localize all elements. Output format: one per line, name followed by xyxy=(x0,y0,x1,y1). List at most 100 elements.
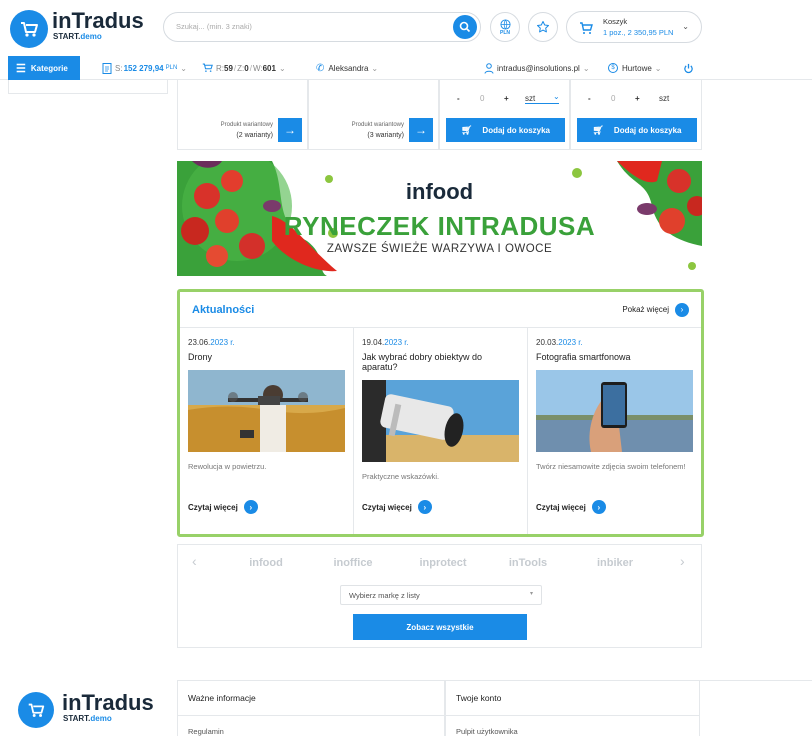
read-more-link[interactable]: Czytaj więcej › xyxy=(536,500,606,514)
logo-title: inTradus xyxy=(52,8,144,33)
variant-arrow-button[interactable]: → xyxy=(409,118,433,142)
news-title: Aktualności xyxy=(192,303,255,316)
variant-label: Produkt wariantowy xyxy=(220,122,273,128)
cart-button[interactable]: Koszyk 1 poz., 2 350,95 PLN ⌄ xyxy=(566,11,702,43)
show-more-label: Pokaż więcej xyxy=(622,305,669,314)
banner-headline: RYNECZEK INTRADUSA xyxy=(283,211,596,241)
balance-unit: PLN xyxy=(165,65,178,71)
chevron-down-icon: ⌄ xyxy=(654,63,662,73)
footer-logo-subtitle: START.demo xyxy=(63,714,112,723)
read-more-link[interactable]: Czytaj więcej › xyxy=(362,500,432,514)
phone-icon: ✆ xyxy=(316,62,325,74)
brand-logo[interactable]: inbiker xyxy=(584,557,646,569)
footer-col-title: Twoje konto xyxy=(456,693,502,703)
news-date: 20.03.2023 r. xyxy=(536,338,583,347)
variant-arrow-button[interactable]: → xyxy=(278,118,302,142)
brand-logo[interactable]: inoffice xyxy=(320,557,386,569)
news-date: 23.06.2023 r. xyxy=(188,338,235,347)
separator: / xyxy=(233,63,237,73)
contact-dropdown[interactable]: ✆ Aleksandra ⌄ xyxy=(316,56,378,80)
categories-label: Kategorie xyxy=(30,63,68,73)
banner-subline: ZAWSZE ŚWIEŻE WARZYWA I OWOCE xyxy=(326,243,553,255)
news-item[interactable]: 19.04.2023 r. Jak wybrać dobry obiektyw … xyxy=(354,328,528,534)
chevron-down-icon: ⌄ xyxy=(682,22,689,31)
price-mode-dropdown[interactable]: $ Hurtowe ⌄ xyxy=(608,56,662,80)
orders-z-value: 0 xyxy=(244,63,249,73)
menu-icon: ☰ xyxy=(16,62,26,75)
brand-select-placeholder: Wybierz markę z listy xyxy=(349,591,420,600)
unit-label: szt xyxy=(659,94,670,103)
see-all-brands-button[interactable]: Zobacz wszystkie xyxy=(353,614,527,640)
news-item-desc: Praktyczne wskazówki. xyxy=(362,472,440,481)
footer-divider xyxy=(178,715,444,716)
qty-minus-button[interactable]: - xyxy=(588,94,591,103)
news-item[interactable]: 23.06.2023 r. Drony Rewolucja w powietrz… xyxy=(180,328,354,534)
drone-image xyxy=(188,370,345,452)
categories-button[interactable]: ☰ Kategorie xyxy=(8,56,80,80)
qty-plus-button[interactable]: + xyxy=(635,94,640,103)
balance-prefix: S: xyxy=(115,63,123,73)
footer-logo[interactable]: inTradus START.demo xyxy=(18,690,168,730)
star-icon xyxy=(537,21,549,33)
qty-minus-button[interactable]: - xyxy=(457,94,460,103)
navbar: ☰ Kategorie S: 152 279,94 PLN ⌄ R: 59 / … xyxy=(0,56,812,80)
footer-column-account: Twoje konto Pulpit użytkownika xyxy=(445,680,700,736)
footer-link[interactable]: Regulamin xyxy=(188,727,224,736)
account-email: intradus@insolutions.pl xyxy=(497,63,580,73)
product-card: Produkt wariantowy (2 warianty) → xyxy=(177,80,308,150)
balance-dropdown[interactable]: S: 152 279,94 PLN ⌄ xyxy=(102,56,187,80)
smartphone-image xyxy=(536,370,693,452)
cart-logo-icon xyxy=(10,10,48,48)
brand-logo[interactable]: inprotect xyxy=(408,557,478,569)
favorites-button[interactable] xyxy=(528,12,558,42)
qty-plus-button[interactable]: + xyxy=(504,94,509,103)
add-to-cart-button[interactable]: 🛒︎ Dodaj do koszyka xyxy=(577,118,697,142)
cart-icon xyxy=(202,63,213,72)
add-to-cart-button[interactable]: 🛒︎ Dodaj do koszyka xyxy=(446,118,565,142)
footer-link[interactable]: Pulpit użytkownika xyxy=(456,727,518,736)
variant-count: (2 warianty) xyxy=(236,132,273,139)
search-input[interactable]: Szukaj... (min. 3 znaki) xyxy=(163,12,481,42)
orders-dropdown[interactable]: R: 59 / Z: 0 / W: 601 ⌄ xyxy=(202,56,286,80)
add-to-cart-label: Dodaj do koszyka xyxy=(482,125,550,135)
brand-select[interactable]: Wybierz markę z listy ▾ xyxy=(340,585,542,605)
chevron-down-icon: ⌄ xyxy=(278,63,286,73)
footer-divider xyxy=(446,715,699,716)
logo[interactable]: inTradus START.demo xyxy=(10,8,144,48)
user-icon xyxy=(484,62,494,74)
read-more-link[interactable]: Czytaj więcej › xyxy=(188,500,258,514)
show-more-link[interactable]: Pokaż więcej › xyxy=(622,302,689,317)
logout-button[interactable] xyxy=(683,56,697,80)
chevron-down-icon: ⌄ xyxy=(180,63,187,73)
promo-banner[interactable]: infood RYNECZEK INTRADUSA ZAWSZE ŚWIEŻE … xyxy=(177,161,702,276)
currency-button[interactable]: PLN xyxy=(490,12,520,42)
qty-input[interactable]: 0 xyxy=(480,94,484,103)
brand-logo[interactable]: infood xyxy=(236,557,296,569)
news-item[interactable]: 20.03.2023 r. Fotografia smartfonowa Twó… xyxy=(528,328,701,534)
carousel-prev-button[interactable]: ‹ xyxy=(192,553,197,569)
cart-icon xyxy=(580,22,593,34)
product-card: - 0 + szt 🛒︎ Dodaj do koszyka xyxy=(570,80,702,150)
orders-r-value: 59 xyxy=(224,63,233,73)
chevron-down-icon: ⌄ xyxy=(582,63,590,73)
arrow-right-icon: › xyxy=(417,500,432,514)
carousel-next-button[interactable]: › xyxy=(680,553,685,569)
add-to-cart-label: Dodaj do koszyka xyxy=(613,125,682,135)
arrow-right-icon: › xyxy=(591,500,606,514)
cart-logo-icon xyxy=(18,692,54,728)
account-dropdown[interactable]: intradus@insolutions.pl ⌄ xyxy=(484,56,590,80)
qty-input[interactable]: 0 xyxy=(611,94,615,103)
arrow-right-icon: › xyxy=(675,302,689,317)
globe-icon xyxy=(499,18,511,30)
search-placeholder: Szukaj... (min. 3 znaki) xyxy=(176,22,252,31)
contact-name: Aleksandra xyxy=(328,63,369,73)
brands-section: ‹ infood inoffice inprotect inTools inbi… xyxy=(177,544,702,648)
chevron-down-icon: ⌄ xyxy=(553,92,560,101)
variant-label: Produkt wariantowy xyxy=(351,122,404,128)
footer-col-title: Ważne informacje xyxy=(188,693,256,703)
read-more-label: Czytaj więcej xyxy=(188,502,238,512)
brand-logo[interactable]: inTools xyxy=(498,557,558,569)
search-button[interactable] xyxy=(453,15,477,39)
search-icon xyxy=(459,21,471,33)
news-header: Aktualności Pokaż więcej › xyxy=(180,292,701,328)
